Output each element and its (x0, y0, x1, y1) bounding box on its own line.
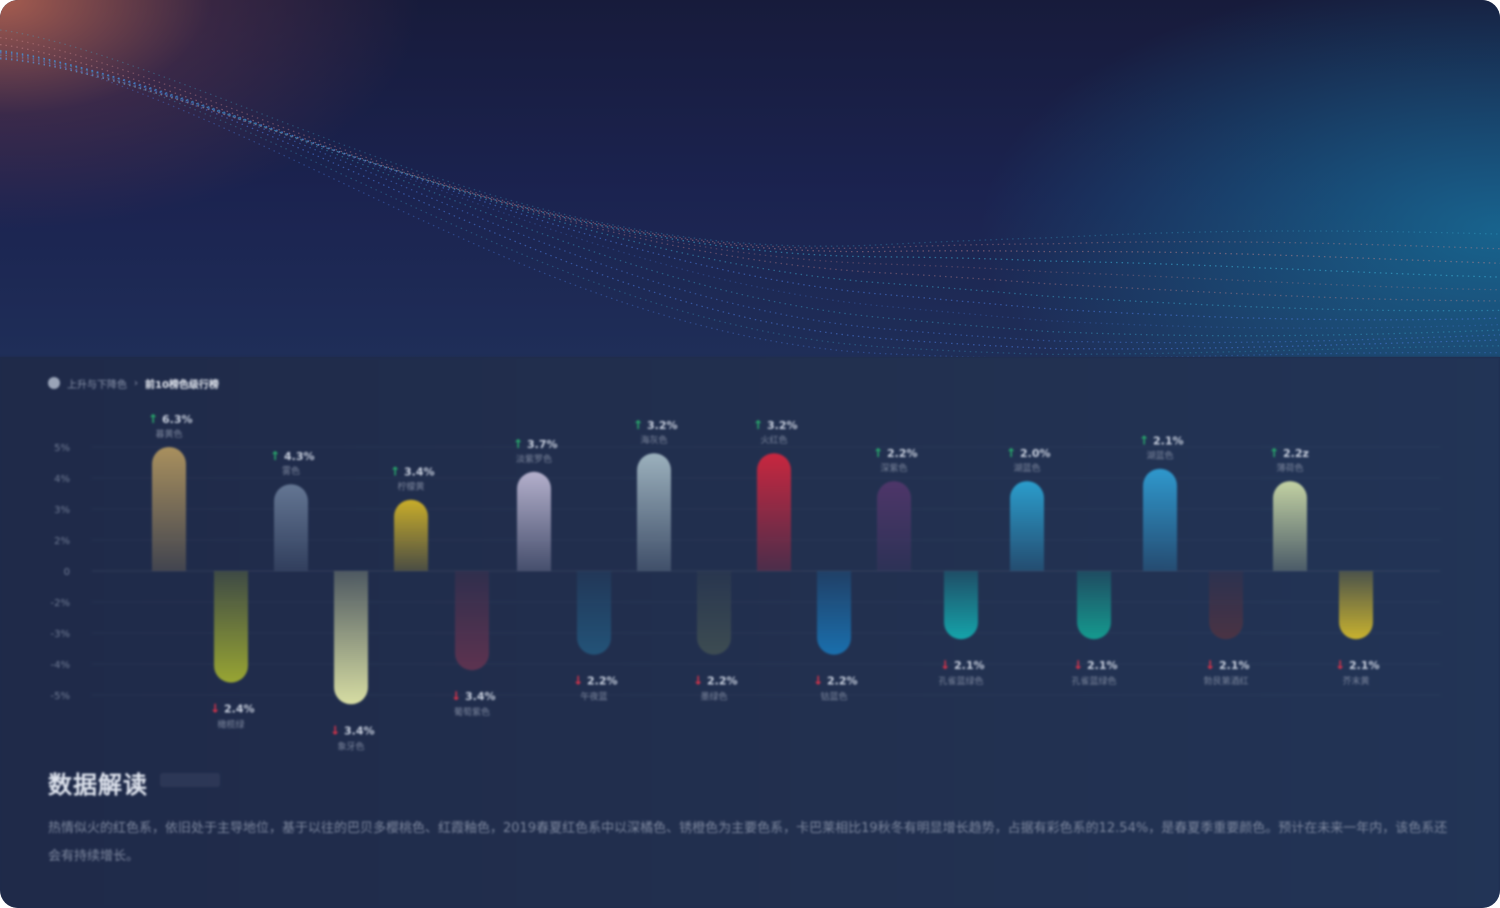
down-arrow-icon: ↓ (573, 674, 583, 688)
color-name-label: 钴蓝色 (820, 691, 847, 703)
rising-bar (637, 453, 671, 571)
data-label: 2.2% (707, 675, 738, 688)
hero-banner (0, 0, 1500, 357)
y-tick-label: -3% (51, 629, 70, 640)
color-name-label: 墨绿色 (700, 691, 727, 703)
data-label: 2.1% (1349, 659, 1380, 672)
data-label: 4.3% (284, 450, 315, 463)
data-label: 3.2% (767, 419, 798, 432)
color-name-label: 柠檬黄 (397, 481, 424, 493)
data-label: 2.1% (954, 659, 985, 672)
color-name-label: 淡紫罗色 (516, 453, 552, 465)
color-name-label: 橄榄绿 (217, 719, 244, 731)
color-name-label: 火红色 (760, 434, 787, 446)
falling-bar (697, 571, 731, 655)
color-name-label: 葡萄紫色 (454, 706, 490, 718)
down-arrow-icon: ↓ (1205, 658, 1215, 672)
y-tick-label: 0 (64, 567, 70, 578)
analysis-title: 数据解读 (48, 771, 148, 799)
report-card: 上升与下降色 › 前10榜色级行榜 5% 4% 3% 2% 0 -2% -3% -4% -5% ↑… (0, 0, 1500, 908)
color-name-label: 孔雀蓝绿色 (938, 675, 983, 687)
y-tick-label: -5% (51, 691, 70, 702)
y-tick-label: 5% (54, 443, 70, 454)
falling-bar (1339, 571, 1373, 640)
down-arrow-icon: ↓ (330, 723, 340, 737)
data-label: 2.4% (224, 703, 255, 716)
up-arrow-icon: ↑ (148, 412, 158, 426)
data-label: 2.2% (887, 447, 918, 460)
up-arrow-icon: ↑ (753, 418, 763, 432)
analysis-tag (160, 773, 220, 787)
data-label: 3.2% (647, 419, 678, 432)
up-arrow-icon: ↑ (1139, 434, 1149, 448)
data-label: 6.3% (162, 413, 193, 426)
up-arrow-icon: ↑ (873, 446, 883, 460)
color-name-label: 雾色 (282, 465, 300, 477)
data-label: 3.4% (465, 690, 496, 703)
rising-bar (274, 484, 308, 571)
analysis-text: 热情似火的红色系，依旧处于主导地位，基于以往的巴贝多樱桃色、红霞釉色，2019春… (48, 821, 1448, 864)
falling-bar (577, 571, 611, 655)
up-arrow-icon: ↑ (270, 449, 280, 463)
color-name-label: 孔雀蓝绿色 (1071, 675, 1116, 687)
rising-bar (394, 499, 428, 571)
up-arrow-icon: ↑ (1006, 446, 1016, 460)
data-label: 2.0% (1020, 447, 1051, 460)
down-arrow-icon: ↓ (1073, 658, 1083, 672)
falling-bar (1077, 571, 1111, 640)
y-tick-label: 4% (54, 474, 70, 485)
up-arrow-icon: ↑ (1269, 446, 1279, 460)
falling-bar (455, 571, 489, 671)
data-label: 3.7% (527, 438, 558, 451)
rising-bar (1010, 481, 1044, 571)
down-arrow-icon: ↓ (1335, 658, 1345, 672)
color-trend-chart: 5%4%3%2%0-2%-3%-4%-5%↑ 6.3%暮黄色↑ 4.3%雾色 ↑ 3.4… (51, 412, 1440, 752)
up-arrow-icon: ↑ (633, 418, 643, 432)
data-label: 3.4% (404, 466, 435, 479)
color-name-label: 湖蓝色 (1146, 450, 1173, 462)
down-arrow-icon: ↓ (693, 674, 703, 688)
color-name-label: 勃艮第酒红 (1203, 675, 1248, 687)
rising-bar (517, 471, 551, 571)
chart-panel: 上升与下降色 › 前10榜色级行榜 5% 4% 3% 2% 0 -2% -3% -4% -5% ↑… (0, 357, 1500, 908)
color-name-label: 湖蓝色 (1013, 462, 1040, 474)
down-arrow-icon: ↓ (210, 702, 220, 716)
color-name-label: 深紫色 (880, 462, 907, 474)
data-label: 2.1% (1219, 659, 1250, 672)
color-name-label: 芥末黄 (1342, 675, 1369, 687)
data-label: 2.1% (1087, 659, 1118, 672)
falling-bar (334, 571, 368, 705)
color-name-label: 暮黄色 (155, 428, 182, 440)
rising-bar (757, 453, 791, 571)
falling-bar (944, 571, 978, 640)
falling-bar (214, 571, 248, 683)
falling-bar (1209, 571, 1243, 640)
y-tick-label: -2% (51, 598, 70, 609)
color-name-label: 海灰色 (640, 434, 667, 446)
down-arrow-icon: ↓ (940, 658, 950, 672)
down-arrow-icon: ↓ (451, 689, 461, 703)
rising-bar (152, 447, 186, 571)
color-name-label: 薄荷色 (1276, 462, 1303, 474)
data-label: 2.2% (827, 675, 858, 688)
color-name-label: 象牙色 (337, 740, 364, 752)
rising-bar (1143, 468, 1177, 571)
up-arrow-icon: ↑ (390, 465, 400, 479)
particle-wave-graphic (0, 29, 1500, 357)
data-label: 2.2% (587, 675, 618, 688)
y-tick-label: -4% (51, 660, 70, 671)
y-tick-label: 3% (54, 505, 70, 516)
y-tick-label: 2% (54, 536, 70, 547)
up-arrow-icon: ↑ (513, 437, 523, 451)
rising-bar (877, 481, 911, 571)
down-arrow-icon: ↓ (813, 674, 823, 688)
color-name-label: 午夜蓝 (580, 691, 607, 703)
falling-bar (817, 571, 851, 655)
rising-bar (1273, 481, 1307, 571)
data-label: 2.2z (1283, 447, 1309, 460)
data-label: 3.4% (344, 724, 375, 737)
data-label: 2.1% (1153, 435, 1184, 448)
